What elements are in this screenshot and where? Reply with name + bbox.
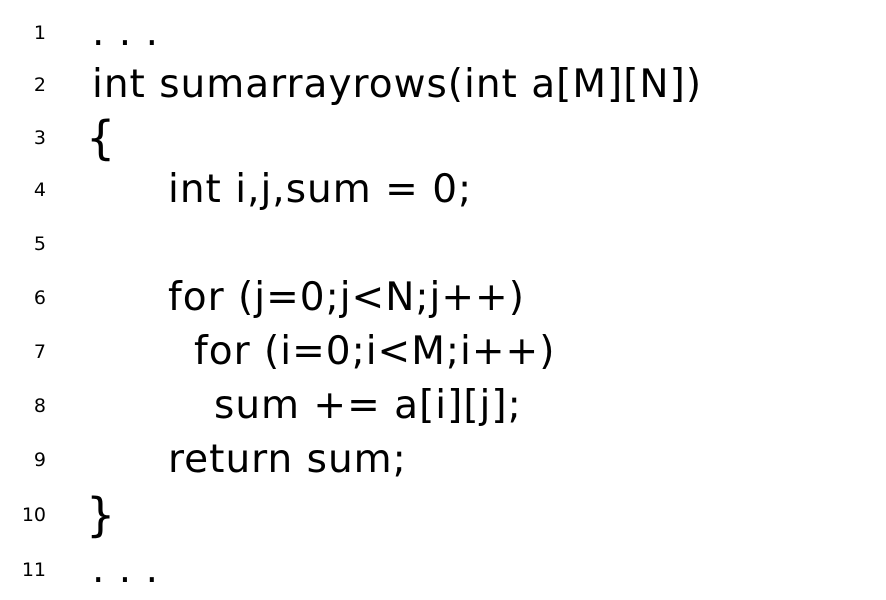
line-number: 4 [33,179,46,201]
line-number: 2 [33,74,46,96]
code-text: int sumarrayrows(int a[M][N]) [92,62,703,107]
code-line-6: 6 for (j=0;j<N;j++) [0,271,886,325]
code-text: for (j=0;j<N;j++) [168,275,525,320]
code-text: . . . [92,547,159,592]
code-listing: 1 . . . 2 int sumarrayrows(int a[M][N]) … [0,0,886,600]
line-number: 10 [21,504,46,526]
line-number: 8 [33,395,46,417]
line-number: 1 [33,22,46,44]
code-line-1: 1 . . . [0,6,886,60]
code-line-8: 8 sum += a[i][j]; [0,379,886,433]
code-line-11: 11 . . . [0,543,886,597]
line-number: 11 [21,559,46,581]
line-number: 6 [33,287,46,309]
code-line-10: 10 } [0,488,886,542]
line-number: 5 [33,233,46,255]
code-line-7: 7 for (i=0;i<M;i++) [0,325,886,379]
code-text: for (i=0;i<M;i++) [194,329,556,374]
code-line-9: 9 return sum; [0,433,886,487]
line-number: 7 [33,341,46,363]
code-text: . . . [92,10,159,55]
code-line-3: 3 { [0,111,886,165]
line-number: 9 [33,449,46,471]
code-text: } [86,488,117,542]
code-text: return sum; [168,437,407,482]
code-line-5: 5 [0,217,886,271]
line-number: 3 [33,127,46,149]
code-text: { [86,111,117,165]
code-line-2: 2 int sumarrayrows(int a[M][N]) [0,58,886,112]
code-line-4: 4 int i,j,sum = 0; [0,163,886,217]
code-text: int i,j,sum = 0; [168,167,473,212]
code-text: sum += a[i][j]; [214,383,522,428]
